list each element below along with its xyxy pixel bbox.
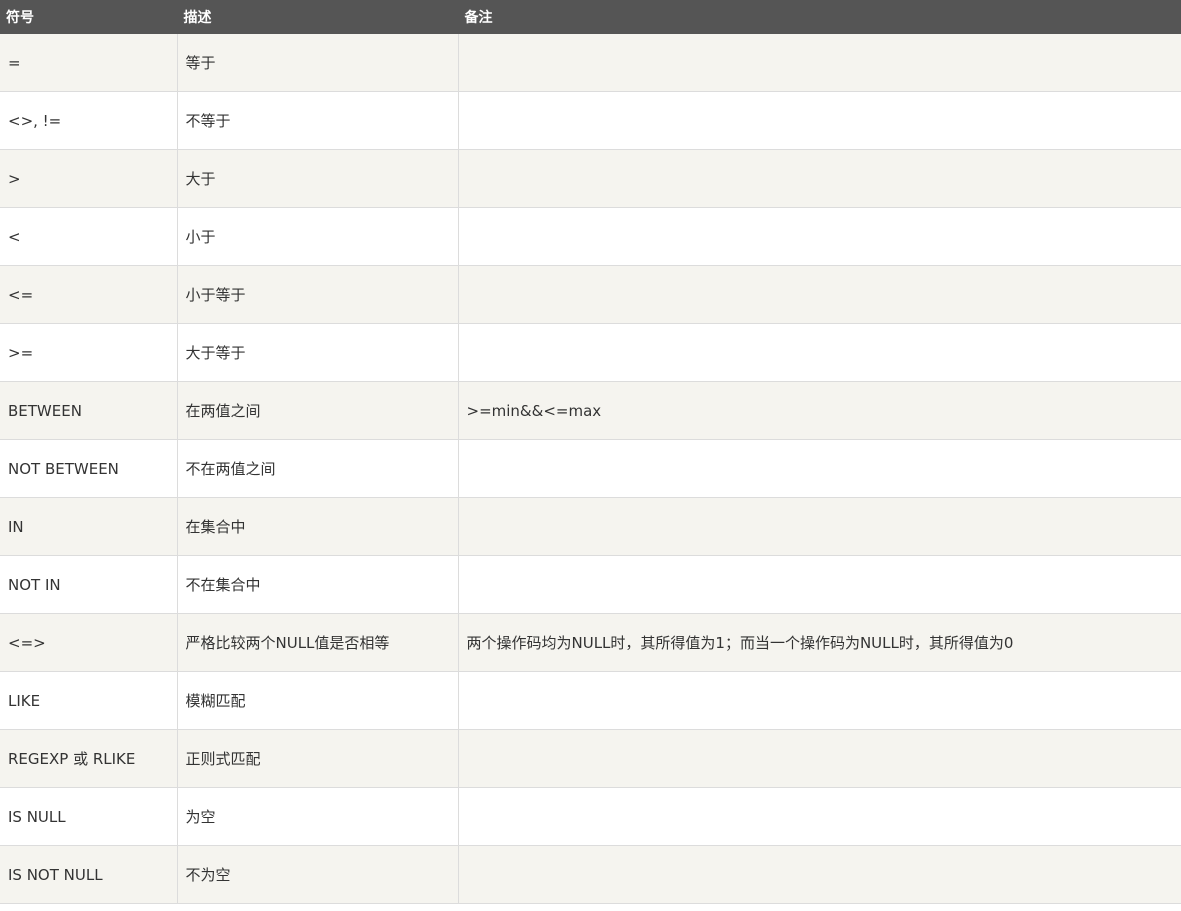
cell-remark (458, 555, 1181, 614)
cell-remark (458, 439, 1181, 498)
header-remark: 备注 (458, 0, 1181, 34)
cell-description: 等于 (177, 34, 459, 92)
header-description: 描述 (177, 0, 459, 34)
cell-symbol: IN (0, 497, 178, 556)
cell-description: 严格比较两个NULL值是否相等 (177, 613, 459, 672)
cell-description: 小于等于 (177, 265, 459, 324)
cell-description: 不在两值之间 (177, 439, 459, 498)
cell-remark (458, 497, 1181, 556)
cell-remark (458, 149, 1181, 208)
cell-symbol: REGEXP 或 RLIKE (0, 729, 178, 788)
cell-description: 为空 (177, 787, 459, 846)
cell-description: 不为空 (177, 845, 459, 904)
header-row: 符号 描述 备注 (0, 0, 1181, 34)
cell-remark (458, 787, 1181, 846)
table-row: < 小于 (0, 207, 1181, 266)
table-row: <= 小于等于 (0, 265, 1181, 324)
cell-remark (458, 323, 1181, 382)
cell-symbol: NOT BETWEEN (0, 439, 178, 498)
table-row: IS NULL 为空 (0, 787, 1181, 846)
cell-symbol: = (0, 34, 178, 92)
table-row: REGEXP 或 RLIKE 正则式匹配 (0, 729, 1181, 788)
cell-symbol: > (0, 149, 178, 208)
cell-symbol: <= (0, 265, 178, 324)
cell-symbol: <>, != (0, 91, 178, 150)
table-header: 符号 描述 备注 (0, 0, 1181, 34)
table-row: IN 在集合中 (0, 497, 1181, 556)
header-symbol: 符号 (0, 0, 178, 34)
cell-description: 大于 (177, 149, 459, 208)
table-row: IS NOT NULL 不为空 (0, 845, 1181, 904)
table-body: = 等于 <>, != 不等于 > 大于 < 小于 <= 小于等于 >= 大于等… (0, 34, 1181, 904)
cell-remark (458, 91, 1181, 150)
cell-symbol: < (0, 207, 178, 266)
cell-symbol: >= (0, 323, 178, 382)
cell-symbol: BETWEEN (0, 381, 178, 440)
cell-remark (458, 265, 1181, 324)
cell-description: 在集合中 (177, 497, 459, 556)
cell-description: 不在集合中 (177, 555, 459, 614)
table-row: <>, != 不等于 (0, 91, 1181, 150)
cell-symbol: IS NULL (0, 787, 178, 846)
table-row: NOT IN 不在集合中 (0, 555, 1181, 614)
table-row: >= 大于等于 (0, 323, 1181, 382)
cell-description: 大于等于 (177, 323, 459, 382)
cell-description: 不等于 (177, 91, 459, 150)
cell-description: 模糊匹配 (177, 671, 459, 730)
table-row: = 等于 (0, 34, 1181, 92)
operators-table: 符号 描述 备注 = 等于 <>, != 不等于 > 大于 < 小于 <= 小于… (0, 0, 1181, 904)
table-row: LIKE 模糊匹配 (0, 671, 1181, 730)
cell-symbol: LIKE (0, 671, 178, 730)
cell-symbol: NOT IN (0, 555, 178, 614)
cell-remark: 两个操作码均为NULL时，其所得值为1；而当一个操作码为NULL时，其所得值为0 (458, 613, 1181, 672)
cell-remark (458, 729, 1181, 788)
cell-symbol: <=> (0, 613, 178, 672)
cell-description: 正则式匹配 (177, 729, 459, 788)
cell-remark (458, 845, 1181, 904)
cell-remark (458, 671, 1181, 730)
cell-remark (458, 34, 1181, 92)
cell-remark: >=min&&<=max (458, 381, 1181, 440)
cell-description: 在两值之间 (177, 381, 459, 440)
cell-symbol: IS NOT NULL (0, 845, 178, 904)
table-row: BETWEEN 在两值之间 >=min&&<=max (0, 381, 1181, 440)
table-row: > 大于 (0, 149, 1181, 208)
table-row: <=> 严格比较两个NULL值是否相等 两个操作码均为NULL时，其所得值为1；… (0, 613, 1181, 672)
table-row: NOT BETWEEN 不在两值之间 (0, 439, 1181, 498)
cell-remark (458, 207, 1181, 266)
cell-description: 小于 (177, 207, 459, 266)
